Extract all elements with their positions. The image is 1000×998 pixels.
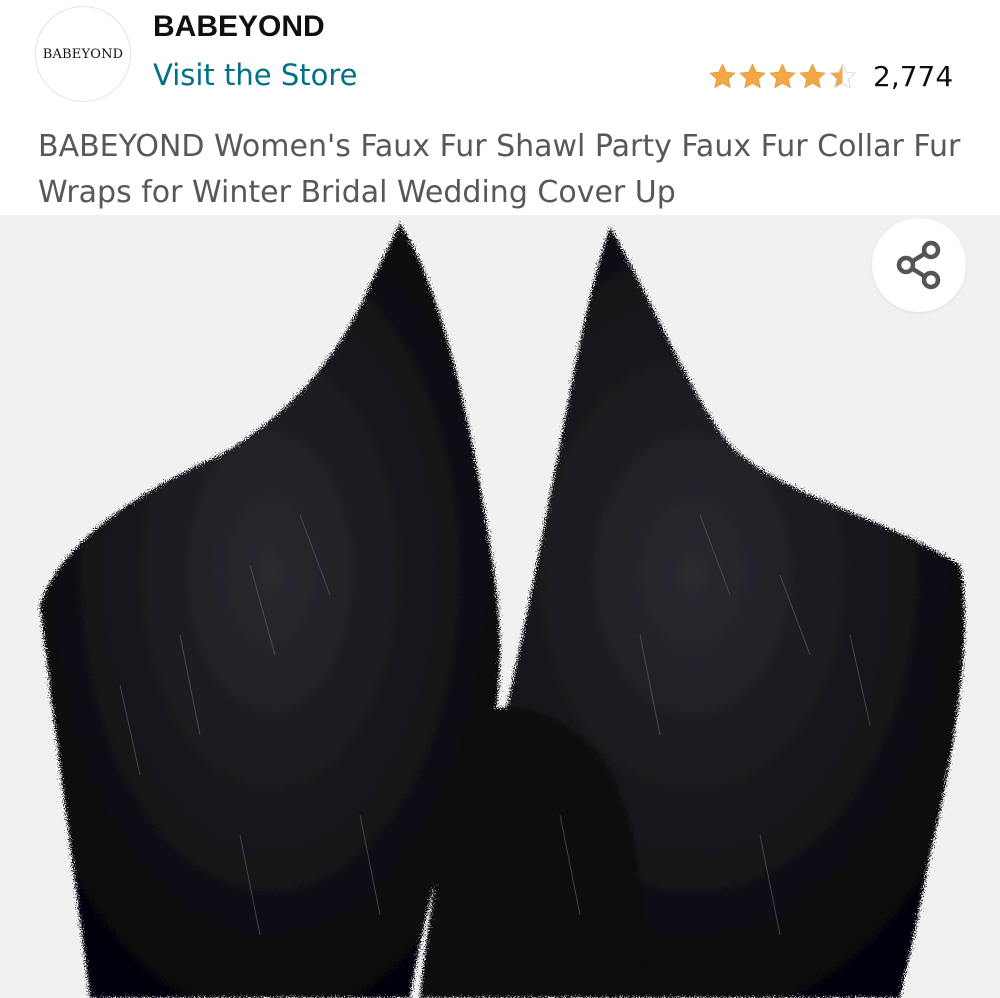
product-image[interactable]: [0, 215, 1000, 998]
star-icon: [769, 62, 796, 88]
rating-summary[interactable]: 2,774: [708, 56, 953, 96]
share-icon: [896, 240, 941, 290]
brand-name: BABEYOND: [153, 10, 325, 43]
visit-store-link[interactable]: Visit the Store: [153, 58, 357, 92]
product-title: BABEYOND Women's Faux Fur Shawl Party Fa…: [38, 129, 961, 210]
rating-count[interactable]: 2,774: [873, 60, 953, 93]
fur-collar-illustration: [40, 223, 965, 998]
brand-logo-text: BABEYOND: [42, 46, 124, 62]
half-star-icon: [828, 62, 857, 89]
product-header: BABEYOND BABEYOND Visit the Store 2,774 …: [0, 0, 1000, 215]
star-rating: [708, 62, 857, 91]
star-icon: [709, 62, 736, 88]
star-icon: [799, 62, 826, 88]
brand-logo[interactable]: BABEYOND: [35, 6, 131, 102]
share-button[interactable]: [872, 218, 966, 312]
star-icon: [739, 62, 766, 88]
